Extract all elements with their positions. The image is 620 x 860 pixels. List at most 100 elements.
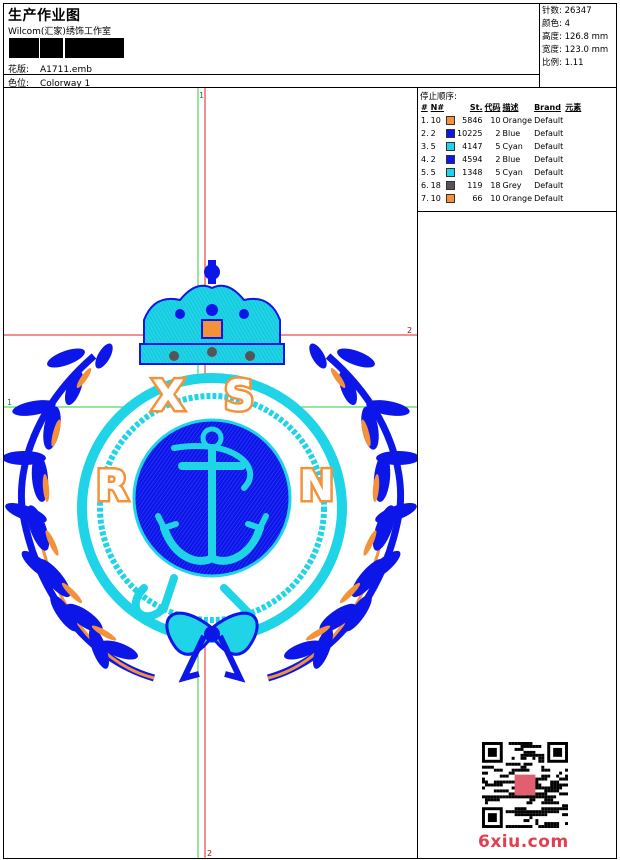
- stat-width: 宽度: 123.0 mm: [542, 45, 609, 55]
- stop-description: Orange: [502, 116, 533, 125]
- stop-needle: 2: [430, 155, 436, 164]
- stop-needle: 10: [430, 194, 441, 203]
- design-file-line: 花版: A1711.emb: [8, 62, 92, 75]
- stop-brand: Default: [534, 168, 564, 177]
- stop-stitches: 10225: [457, 129, 483, 138]
- stat-height: 高度: 126.8 mm: [542, 32, 609, 42]
- stop-row: 1. 10 5846 10 Orange Default: [420, 114, 582, 127]
- stop-sequence-table: # N# St. 代码 描述 Brand 元素 1. 10 5846 10 Orange…: [420, 101, 582, 205]
- guide-mark-left: 1: [7, 398, 12, 407]
- stop-brand: Default: [534, 142, 564, 151]
- stat-stitches: 针数: 26347: [542, 6, 592, 16]
- stop-table-header: # N# St. 代码 描述 Brand 元素: [420, 101, 582, 114]
- stop-index: 6.: [421, 181, 429, 190]
- stop-description: Cyan: [502, 168, 523, 177]
- col-code: 代码: [484, 103, 501, 112]
- page-title: 生产作业图: [8, 8, 81, 24]
- stop-description: Blue: [502, 129, 521, 138]
- stop-color-swatch: [445, 153, 456, 166]
- stop-code: 5: [495, 142, 501, 151]
- stop-needle: 5: [430, 168, 436, 177]
- production-sheet: 生产作业图 Wilcom(汇家)绣饰工作室 花版: A1711.emb 色位: Co…: [3, 3, 617, 859]
- design-label: 花版:: [8, 65, 30, 75]
- color-swatch: [446, 194, 456, 203]
- stop-index: 5.: [421, 168, 429, 177]
- stop-code: 2: [495, 155, 501, 164]
- stop-stitches: 4594: [462, 155, 483, 164]
- stop-needle: 5: [430, 142, 436, 151]
- stop-element: [564, 166, 582, 179]
- stop-element: [564, 153, 582, 166]
- stop-index: 3.: [421, 142, 429, 151]
- stop-description: Cyan: [502, 142, 523, 151]
- letter-x: X: [152, 371, 184, 420]
- color-swatch: [446, 129, 456, 138]
- col-brand: Brand: [534, 103, 561, 112]
- stop-stitches: 5846: [462, 116, 483, 125]
- stop-code: 10: [490, 194, 501, 203]
- stop-element: [564, 192, 582, 205]
- stop-element: [564, 127, 582, 140]
- header-info: 生产作业图 Wilcom(汇家)绣饰工作室 花版: A1711.emb 色位: Co…: [4, 4, 540, 89]
- stop-color-swatch: [445, 114, 456, 127]
- stop-code: 18: [490, 181, 501, 190]
- stop-stitches: 4147: [462, 142, 483, 151]
- stop-description: Grey: [502, 181, 522, 190]
- stop-needle: 18: [430, 181, 441, 190]
- stop-row: 2. 2 10225 2 Blue Default: [420, 127, 582, 140]
- stop-sequence-panel: 停止顺序: # N# St. 代码 描述 Brand 元素 1. 10 5846 10…: [418, 88, 616, 212]
- stop-description: Orange: [502, 194, 533, 203]
- stop-brand: Default: [534, 129, 564, 138]
- color-swatch: [446, 142, 456, 151]
- stop-element: [564, 140, 582, 153]
- stat-scale: 比例: 1.11: [542, 58, 584, 68]
- stop-stitches: 66: [472, 194, 483, 203]
- guide-mark-right: 2: [407, 326, 412, 335]
- stop-element: [564, 179, 582, 192]
- stop-index: 7.: [421, 194, 429, 203]
- stop-code: 5: [495, 168, 501, 177]
- stop-index: 2.: [421, 129, 429, 138]
- col-swatch: [445, 101, 456, 114]
- col-description: 描述: [502, 103, 519, 112]
- stat-colors: 颜色: 4: [542, 19, 570, 29]
- design-stats: 针数: 26347 颜色: 4 高度: 126.8 mm 宽度: 123.0 m…: [540, 4, 616, 88]
- stop-needle: 10: [430, 116, 441, 125]
- stop-stitches: 119: [467, 181, 483, 190]
- stop-element: [564, 114, 582, 127]
- stop-needle: 2: [430, 129, 436, 138]
- color-swatch: [446, 116, 456, 125]
- watermark: 6xiu.com: [478, 832, 569, 852]
- stop-color-swatch: [445, 192, 456, 205]
- stop-code: 2: [495, 129, 501, 138]
- barcode: [9, 38, 124, 58]
- col-stitches: St.: [469, 103, 483, 112]
- color-swatch: [446, 168, 456, 177]
- stop-stitches: 1348: [462, 168, 483, 177]
- col-needle: N#: [430, 103, 445, 112]
- stop-row: 5. 5 1348 5 Cyan Default: [420, 166, 582, 179]
- stop-color-swatch: [445, 166, 456, 179]
- design-file-name: A1711.emb: [40, 65, 92, 75]
- stop-description: Blue: [502, 155, 521, 164]
- letter-r: R: [96, 461, 128, 510]
- stop-code: 10: [490, 116, 501, 125]
- letter-s: S: [224, 371, 254, 420]
- design-preview: 1 1 2 2 R N X S: [4, 88, 418, 858]
- stop-color-swatch: [445, 140, 456, 153]
- stop-brand: Default: [534, 155, 564, 164]
- stop-brand: Default: [534, 116, 564, 125]
- stop-row: 7. 10 66 10 Orange Default: [420, 192, 582, 205]
- stop-row: 4. 2 4594 2 Blue Default: [420, 153, 582, 166]
- col-element: 元素: [565, 103, 582, 112]
- qr-code: [482, 742, 568, 828]
- stop-color-swatch: [445, 127, 456, 140]
- stop-color-swatch: [445, 179, 456, 192]
- stop-row: 6. 18 119 18 Grey Default: [420, 179, 582, 192]
- col-index: #: [421, 103, 428, 112]
- stop-row: 3. 5 4147 5 Cyan Default: [420, 140, 582, 153]
- company-name: Wilcom(汇家)绣饰工作室: [8, 27, 111, 37]
- stop-brand: Default: [534, 181, 564, 190]
- color-swatch: [446, 181, 456, 190]
- stop-index: 4.: [421, 155, 429, 164]
